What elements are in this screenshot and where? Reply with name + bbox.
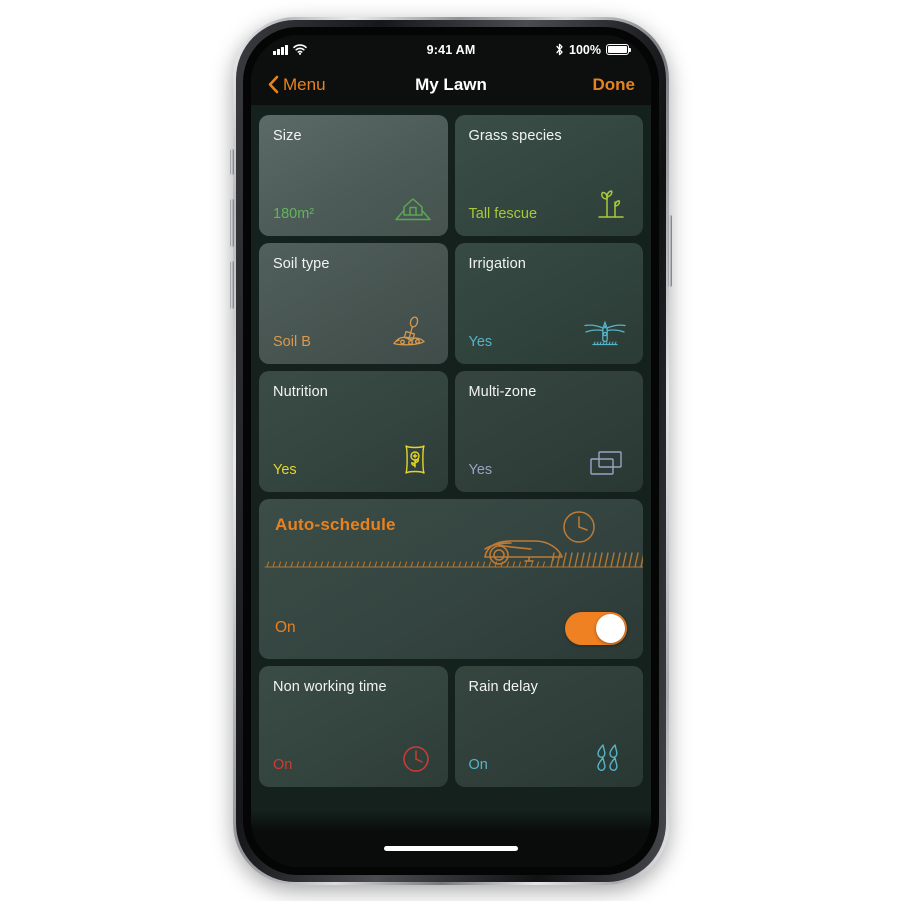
phone-screen: 9:41 AM 100% Menu My Lawn Done Size 180m… bbox=[251, 34, 651, 867]
mute-switch[interactable] bbox=[230, 148, 234, 175]
card-non-working-time-value: On bbox=[273, 757, 293, 773]
volume-down-button[interactable] bbox=[230, 260, 234, 309]
card-multi-zone-bottom: Yes bbox=[469, 440, 630, 480]
card-non-working-time[interactable]: Non working time On bbox=[259, 665, 448, 787]
status-bar: 9:41 AM 100% bbox=[251, 34, 651, 65]
settings-grid: Size 180m² Grass species Tall fescue Soi… bbox=[259, 114, 643, 787]
card-non-working-time-title: Non working time bbox=[273, 678, 387, 695]
card-irrigation-bottom: Yes bbox=[469, 312, 630, 352]
card-rain-delay-bottom: On bbox=[469, 735, 630, 775]
card-irrigation[interactable]: Irrigation Yes bbox=[454, 242, 643, 364]
fertilizer-bag-icon bbox=[392, 440, 434, 480]
card-auto-schedule[interactable]: Auto-schedule On bbox=[259, 498, 643, 659]
battery-full-icon bbox=[606, 44, 632, 55]
shovel-soil-icon bbox=[392, 312, 434, 352]
card-grass-species[interactable]: Grass species Tall fescue bbox=[454, 114, 643, 236]
card-rain-delay-title: Rain delay bbox=[468, 678, 539, 695]
card-size-bottom: 180m² bbox=[273, 184, 434, 224]
navigation-bar: Menu My Lawn Done bbox=[251, 64, 651, 105]
screenshot-stage: 9:41 AM 100% Menu My Lawn Done Size 180m… bbox=[0, 0, 902, 901]
card-nutrition-bottom: Yes bbox=[273, 440, 434, 480]
card-soil-type-title: Soil type bbox=[273, 255, 330, 272]
card-multi-zone[interactable]: Multi-zone Yes bbox=[454, 370, 643, 492]
card-size[interactable]: Size 180m² bbox=[259, 114, 448, 236]
phone-bezel: 9:41 AM 100% Menu My Lawn Done Size 180m… bbox=[243, 26, 659, 875]
card-auto-schedule-title: Auto-schedule bbox=[275, 514, 396, 534]
done-button[interactable]: Done bbox=[593, 75, 636, 95]
card-grass-species-title: Grass species bbox=[468, 127, 562, 144]
raindrops-icon bbox=[587, 735, 629, 775]
card-nutrition-title: Nutrition bbox=[273, 383, 328, 400]
grass-sprout-icon bbox=[587, 184, 629, 224]
home-indicator-area bbox=[251, 830, 651, 867]
card-irrigation-value: Yes bbox=[468, 334, 493, 350]
overlapping-zones-icon bbox=[587, 440, 629, 480]
card-rain-delay[interactable]: Rain delay On bbox=[454, 665, 643, 787]
lawn-house-icon bbox=[392, 184, 434, 224]
card-soil-type[interactable]: Soil type Soil B bbox=[259, 242, 448, 364]
card-auto-schedule-value: On bbox=[275, 619, 296, 636]
phone-frame-inner: 9:41 AM 100% Menu My Lawn Done Size 180m… bbox=[236, 19, 666, 882]
volume-up-button[interactable] bbox=[230, 198, 234, 247]
status-bar-right: 100% bbox=[555, 42, 632, 57]
card-auto-schedule-bottom: On bbox=[275, 611, 627, 645]
auto-schedule-toggle-knob bbox=[596, 613, 625, 643]
clock-outline-icon bbox=[392, 735, 434, 775]
battery-percent-label: 100% bbox=[569, 42, 601, 57]
power-button[interactable] bbox=[668, 214, 672, 287]
card-grass-species-bottom: Tall fescue bbox=[469, 184, 630, 224]
card-size-value: 180m² bbox=[273, 206, 315, 222]
card-soil-type-value: Soil B bbox=[273, 334, 311, 350]
lawn-settings-content: Size 180m² Grass species Tall fescue Soi… bbox=[251, 104, 651, 831]
card-non-working-time-bottom: On bbox=[273, 735, 434, 775]
phone-device-frame: 9:41 AM 100% Menu My Lawn Done Size 180m… bbox=[230, 16, 672, 885]
sprinkler-icon bbox=[584, 312, 629, 352]
home-indicator[interactable] bbox=[384, 846, 518, 851]
card-multi-zone-value: Yes bbox=[468, 462, 493, 478]
card-irrigation-title: Irrigation bbox=[468, 255, 526, 272]
card-rain-delay-value: On bbox=[468, 757, 488, 773]
card-size-title: Size bbox=[273, 127, 302, 144]
auto-schedule-toggle[interactable] bbox=[565, 611, 627, 645]
grass-line-icon bbox=[264, 551, 643, 568]
robot-mower-icon bbox=[484, 539, 563, 565]
page-title: My Lawn bbox=[415, 74, 487, 94]
bluetooth-icon bbox=[555, 43, 564, 56]
card-multi-zone-title: Multi-zone bbox=[468, 383, 537, 400]
card-nutrition-value: Yes bbox=[273, 462, 297, 478]
card-nutrition[interactable]: Nutrition Yes bbox=[259, 370, 448, 492]
card-grass-species-value: Tall fescue bbox=[468, 206, 538, 222]
card-soil-type-bottom: Soil B bbox=[273, 312, 434, 352]
